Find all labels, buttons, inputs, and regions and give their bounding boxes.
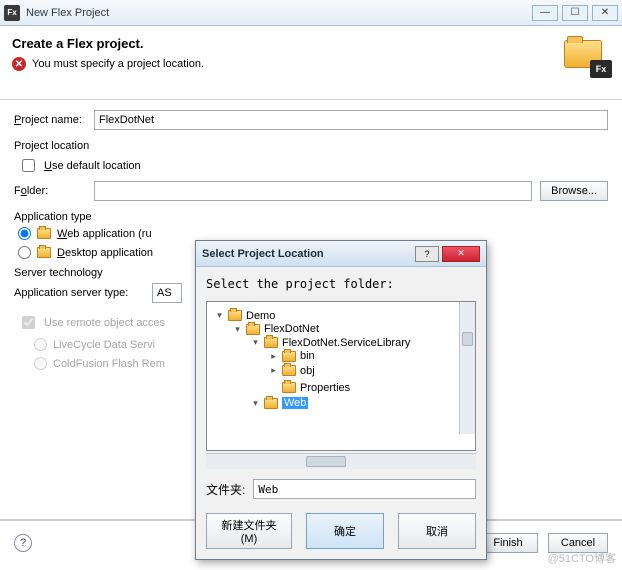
coldfusion-radio	[34, 357, 47, 370]
tree-node-web[interactable]: ▾Web	[251, 397, 308, 409]
maximize-button[interactable]: ☐	[562, 5, 588, 21]
desktop-app-icon	[37, 247, 51, 258]
page-title: Create a Flex project.	[12, 36, 610, 51]
remote-object-checkbox	[22, 316, 35, 329]
select-location-dialog: Select Project Location ? ✕ Select the p…	[195, 240, 487, 560]
tree-node-demo[interactable]: ▾Demo	[215, 310, 275, 322]
dialog-prompt: Select the project folder:	[206, 277, 476, 291]
close-button[interactable]: ✕	[592, 5, 618, 21]
project-name-input[interactable]	[94, 110, 608, 130]
folder-label: Folder:	[14, 185, 86, 197]
dialog-title: Select Project Location	[202, 248, 412, 260]
wizard-body: PProject name:roject name: Project locat…	[0, 100, 622, 520]
tree-node-servicelib[interactable]: ▾FlexDotNet.ServiceLibrary	[251, 337, 410, 349]
folder-field-label: 文件夹:	[206, 481, 245, 498]
location-group-label: Project location	[14, 140, 608, 152]
dialog-close-button[interactable]: ✕	[442, 246, 480, 262]
folder-icon	[264, 398, 278, 409]
desktop-app-radio[interactable]	[18, 246, 31, 259]
server-type-label: Application server type:	[14, 287, 144, 299]
window-titlebar: Fx New Flex Project ― ☐ ✕	[0, 0, 622, 26]
header-icon: Fx	[562, 36, 608, 76]
tree-node-bin[interactable]: ▸bin	[269, 350, 315, 362]
ok-button[interactable]: 确定	[306, 513, 384, 549]
coldfusion-label: ColdFusion Flash Rem	[53, 358, 165, 370]
dialog-help-button[interactable]: ?	[415, 246, 439, 262]
folder-field-input[interactable]	[253, 479, 476, 499]
folder-icon	[228, 310, 242, 321]
web-app-label: Web application (ru	[57, 228, 152, 240]
folder-icon	[282, 365, 296, 376]
folder-input[interactable]	[94, 181, 532, 201]
use-default-checkbox[interactable]	[22, 159, 35, 172]
finish-button[interactable]: Finish	[478, 533, 538, 553]
app-icon: Fx	[4, 5, 20, 21]
folder-icon	[246, 324, 260, 335]
desktop-app-label: Desktop application	[57, 247, 153, 259]
tree-node-properties[interactable]: Properties	[269, 382, 350, 394]
tree-scrollbar-horizontal[interactable]	[206, 453, 476, 469]
folder-icon	[282, 382, 296, 393]
minimize-button[interactable]: ―	[532, 5, 558, 21]
error-text: You must specify a project location.	[32, 58, 204, 70]
use-default-label: Use default location	[44, 160, 141, 172]
livecycle-label: LiveCycle Data Servi	[53, 339, 155, 351]
wizard-header: Create a Flex project. ✕ You must specif…	[0, 26, 622, 100]
remote-object-label: Use remote object acces	[44, 317, 165, 329]
tree-node-flexdotnet[interactable]: ▾FlexDotNet	[233, 323, 319, 335]
new-folder-button[interactable]: 新建文件夹 (M)	[206, 513, 292, 549]
tree-scrollbar-vertical[interactable]	[459, 302, 475, 434]
folder-icon	[264, 337, 278, 348]
server-type-select[interactable]	[152, 283, 182, 303]
help-icon[interactable]: ?	[14, 534, 32, 552]
wizard-cancel-button[interactable]: Cancel	[548, 533, 608, 553]
browse-button[interactable]: Browse...	[540, 181, 608, 201]
window-title: New Flex Project	[26, 7, 532, 19]
fx-badge-icon: Fx	[590, 60, 612, 78]
apptype-group-label: Application type	[14, 211, 608, 223]
error-icon: ✕	[12, 57, 26, 71]
folder-tree[interactable]: ▾Demo ▾FlexDotNet ▾FlexDotNet.ServiceLib…	[206, 301, 476, 451]
cancel-button[interactable]: 取消	[398, 513, 476, 549]
web-app-radio[interactable]	[18, 227, 31, 240]
project-name-label: PProject name:roject name:	[14, 114, 86, 126]
web-app-icon	[37, 228, 51, 239]
folder-icon	[282, 351, 296, 362]
tree-node-obj[interactable]: ▸obj	[269, 365, 315, 377]
livecycle-radio	[34, 338, 47, 351]
